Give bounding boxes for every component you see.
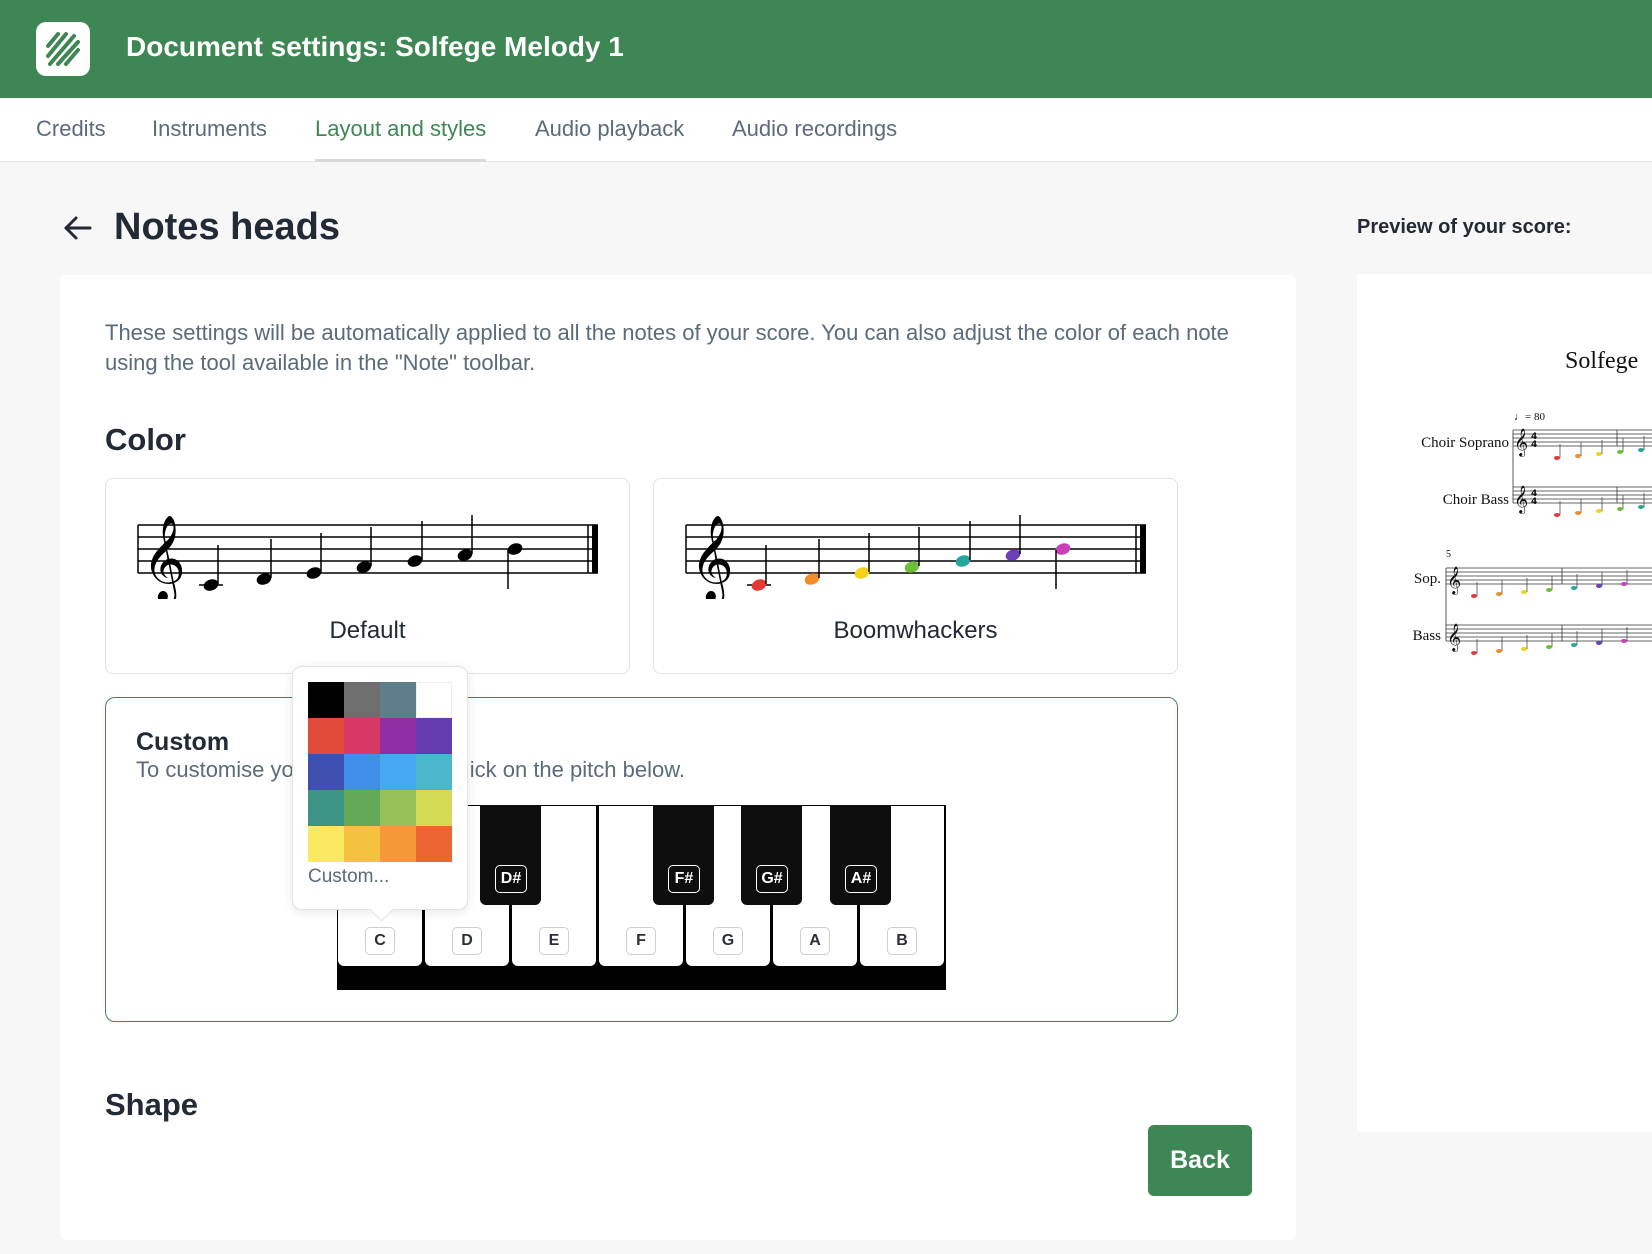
preview-staves: 𝄞 𝄞 𝄞 𝄞 4 4 4 4 — [1445, 428, 1652, 655]
default-staff-preview: 𝄞 — [137, 515, 598, 599]
preview-note-head — [1571, 643, 1577, 647]
tab-audio-recordings[interactable]: Audio recordings — [732, 98, 897, 162]
preview-note-head — [1471, 651, 1477, 655]
color-swatch[interactable] — [308, 754, 344, 790]
color-swatch[interactable] — [416, 682, 452, 718]
key-label-g: G — [713, 927, 743, 955]
color-swatch[interactable] — [416, 718, 452, 754]
color-swatch[interactable] — [416, 754, 452, 790]
tab-layout-and-styles[interactable]: Layout and styles — [315, 98, 487, 162]
key-label-d-sharp: D# — [495, 865, 527, 893]
preview-note-head — [1546, 588, 1552, 592]
svg-text:𝄞: 𝄞 — [690, 515, 734, 599]
preview-note-head — [1596, 452, 1602, 456]
color-swatch[interactable] — [344, 754, 380, 790]
piano-key-g-sharp[interactable]: G# — [741, 805, 802, 905]
color-picker-popover: Custom... — [292, 666, 468, 910]
key-label-g-sharp: G# — [756, 865, 788, 893]
color-swatch[interactable] — [380, 682, 416, 718]
page-title: Notes heads — [114, 206, 340, 248]
color-swatch-grid — [308, 682, 452, 862]
default-label: Default — [329, 617, 406, 644]
settings-tabs: Credits Instruments Layout and styles Au… — [0, 98, 1652, 162]
tab-audio-playback[interactable]: Audio playback — [535, 98, 684, 162]
color-swatch[interactable] — [308, 790, 344, 826]
key-label-b: B — [887, 927, 917, 955]
color-swatch[interactable] — [416, 826, 452, 862]
key-label-f: F — [626, 927, 656, 955]
key-label-a: A — [800, 927, 830, 955]
color-swatch[interactable] — [308, 718, 344, 754]
key-label-f-sharp: F# — [668, 865, 700, 893]
svg-text:4: 4 — [1531, 497, 1537, 507]
preview-note-head — [1471, 594, 1477, 598]
score-preview[interactable]: Solfege ♩= 80 Choir Soprano Choir Bass 5… — [1357, 274, 1652, 1132]
svg-text:𝄞: 𝄞 — [1447, 623, 1461, 652]
preview-note-head — [1621, 582, 1627, 586]
preview-note-head — [1546, 645, 1552, 649]
color-swatch[interactable] — [380, 754, 416, 790]
preview-note-head — [1638, 448, 1644, 452]
preview-note-head — [1496, 592, 1502, 596]
boomwhackers-label: Boomwhackers — [833, 617, 998, 644]
key-label-a-sharp: A# — [845, 865, 877, 893]
preview-note-head — [1596, 641, 1602, 645]
back-arrow-icon[interactable] — [62, 212, 94, 244]
piano-key-f-sharp[interactable]: F# — [653, 805, 714, 905]
color-swatch[interactable] — [344, 718, 380, 754]
custom-color-link[interactable]: Custom... — [308, 866, 389, 888]
piano-key-a-sharp[interactable]: A# — [830, 805, 891, 905]
color-swatch[interactable] — [344, 826, 380, 862]
color-swatch[interactable] — [380, 826, 416, 862]
color-heading: Color — [105, 422, 186, 457]
document-title: Document settings: Solfege Melody 1 — [126, 31, 624, 62]
color-swatch[interactable] — [416, 790, 452, 826]
boomwhackers-staff-preview: 𝄞 — [685, 515, 1146, 599]
key-label-d: D — [452, 927, 482, 955]
key-label-c: C — [365, 927, 395, 955]
preview-note-head — [1617, 450, 1623, 454]
piano-key-d-sharp[interactable]: D# — [480, 805, 541, 905]
preview-note-head — [1521, 590, 1527, 594]
preview-title: Preview of your score: — [1357, 216, 1572, 238]
color-swatch[interactable] — [308, 826, 344, 862]
app-header: Document settings: Solfege Melody 1 — [0, 0, 1652, 98]
color-option-boomwhackers[interactable]: 𝄞 Boomwhackers — [653, 478, 1178, 674]
app-logo-icon[interactable] — [36, 22, 90, 76]
color-swatch[interactable] — [344, 682, 380, 718]
preview-note-head — [1575, 511, 1581, 515]
preview-note-head — [1554, 456, 1560, 460]
svg-text:𝄞: 𝄞 — [1514, 485, 1528, 514]
preview-note-head — [1638, 505, 1644, 509]
color-swatch[interactable] — [380, 790, 416, 826]
tab-credits[interactable]: Credits — [36, 98, 106, 162]
svg-text:𝄞: 𝄞 — [1514, 428, 1528, 457]
svg-text:4: 4 — [1531, 440, 1537, 450]
preview-note-head — [1621, 639, 1627, 643]
color-swatch[interactable] — [344, 790, 380, 826]
preview-note-head — [1596, 509, 1602, 513]
notes-heads-description: These settings will be automatically app… — [105, 320, 1229, 375]
preview-note-head — [1617, 507, 1623, 511]
custom-title: Custom — [136, 728, 230, 756]
svg-text:𝄞: 𝄞 — [1447, 566, 1461, 595]
key-label-e: E — [539, 927, 569, 955]
default-note-heads — [199, 515, 523, 591]
boomwhackers-note-heads — [747, 515, 1071, 591]
color-swatch[interactable] — [308, 682, 344, 718]
preview-note-head — [1521, 647, 1527, 651]
back-button[interactable]: Back — [1148, 1125, 1252, 1196]
preview-note-heads — [1471, 436, 1645, 655]
color-swatch[interactable] — [380, 718, 416, 754]
preview-note-head — [1596, 584, 1602, 588]
svg-text:𝄞: 𝄞 — [142, 515, 186, 599]
preview-note-head — [1496, 649, 1502, 653]
color-option-default[interactable]: 𝄞 Default — [105, 478, 630, 674]
tab-instruments[interactable]: Instruments — [152, 98, 267, 162]
preview-note-head — [1571, 586, 1577, 590]
preview-note-head — [1554, 513, 1560, 517]
shape-heading: Shape — [105, 1087, 199, 1122]
preview-note-head — [1575, 454, 1581, 458]
